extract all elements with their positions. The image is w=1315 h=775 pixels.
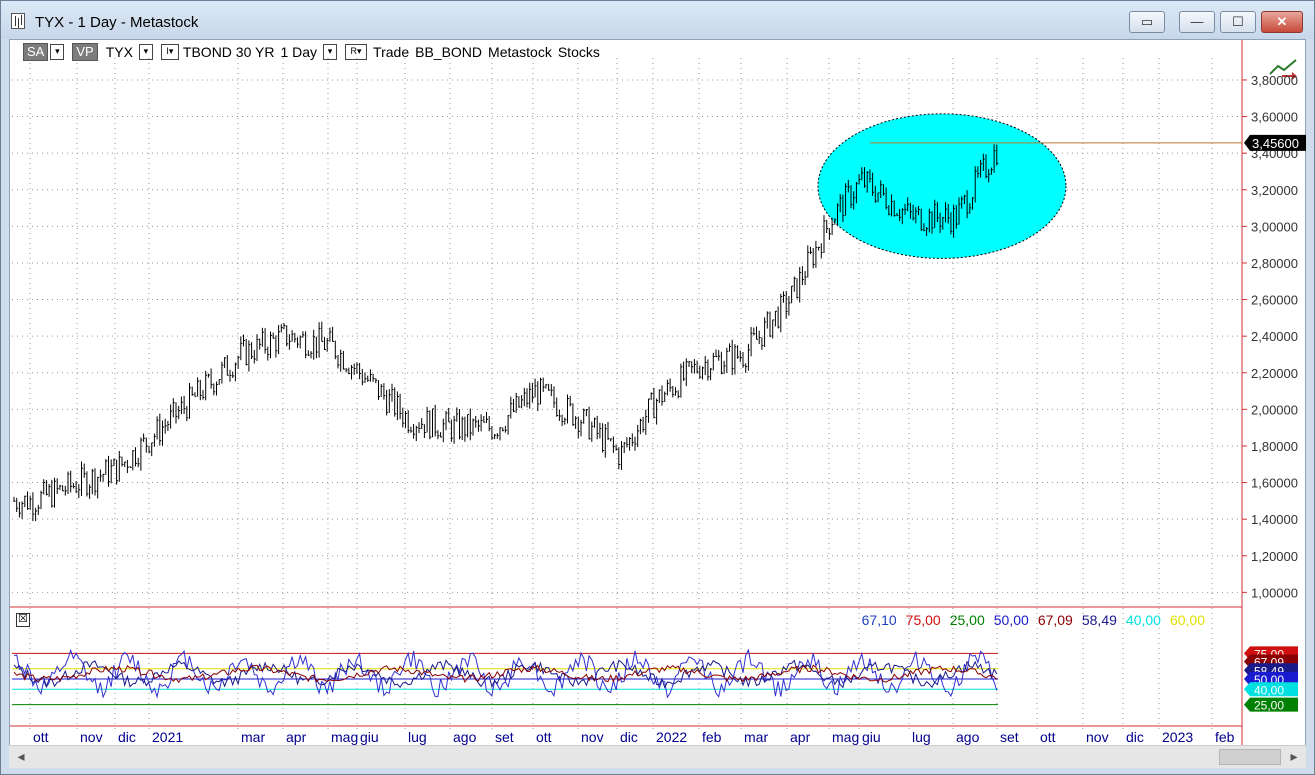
scroll-left-icon[interactable]: ◂ bbox=[13, 748, 29, 764]
month-tick-label: feb bbox=[1215, 729, 1235, 745]
price-tick-label: 1,40000 bbox=[1251, 512, 1298, 527]
chart-app-icon bbox=[11, 13, 25, 29]
minimize-button[interactable]: — bbox=[1179, 11, 1215, 33]
app-window: TYX - 1 Day - Metastock ▭ — ☐ ✕ SA ▾ VP … bbox=[0, 0, 1315, 775]
legend-value: 67,09 bbox=[1037, 612, 1073, 628]
window-title: TYX - 1 Day - Metastock bbox=[35, 14, 199, 31]
price-tick-label: 2,60000 bbox=[1251, 293, 1298, 308]
close-button[interactable]: ✕ bbox=[1261, 11, 1303, 33]
month-tick-label: set bbox=[1000, 729, 1019, 745]
last-price-label: 3,45600 bbox=[1252, 136, 1299, 151]
indicator-legend: 67,10 75,00 25,00 50,00 67,09 58,49 40,00 60,00 bbox=[862, 612, 1205, 628]
indicator-close-icon[interactable]: ☒ bbox=[16, 613, 30, 627]
month-tick-label: dic bbox=[1126, 729, 1144, 745]
legend-value: 67,10 bbox=[861, 612, 897, 628]
month-tick-label: 2023 bbox=[1162, 729, 1193, 745]
month-tick-label: nov bbox=[80, 729, 103, 745]
month-tick-label: 2022 bbox=[656, 729, 687, 745]
price-tick-label: 1,00000 bbox=[1251, 585, 1298, 600]
price-tick-label: 1,20000 bbox=[1251, 549, 1298, 564]
month-tick-label: mar bbox=[241, 729, 265, 745]
price-tick-label: 2,80000 bbox=[1251, 256, 1298, 271]
legend-value: 58,49 bbox=[1081, 612, 1117, 628]
month-tick-label: giu bbox=[360, 729, 379, 745]
month-tick-label: ott bbox=[1040, 729, 1056, 745]
legend-value: 75,00 bbox=[905, 612, 941, 628]
month-tick-label: ago bbox=[956, 729, 980, 745]
price-tick-label: 2,20000 bbox=[1251, 366, 1298, 381]
legend-value: 60,00 bbox=[1169, 612, 1205, 628]
month-tick-label: ago bbox=[453, 729, 477, 745]
highlight-ellipse bbox=[817, 113, 1067, 259]
legend-value: 40,00 bbox=[1125, 612, 1161, 628]
chart-area[interactable]: SA ▾ VP TYX ▾ I▾ TBOND 30 YR 1 Day ▾ R▾ … bbox=[9, 39, 1306, 747]
indicator-level-tag-label: 25,00 bbox=[1254, 699, 1284, 713]
price-tick-label: 2,00000 bbox=[1251, 402, 1298, 417]
scroll-thumb[interactable] bbox=[1219, 749, 1281, 765]
month-tick-label: apr bbox=[790, 729, 811, 745]
month-tick-label: dic bbox=[620, 729, 638, 745]
scroll-right-icon[interactable]: ▸ bbox=[1286, 748, 1302, 764]
month-tick-label: apr bbox=[286, 729, 307, 745]
legend-value: 50,00 bbox=[993, 612, 1029, 628]
month-tick-label: nov bbox=[581, 729, 604, 745]
price-tick-label: 1,80000 bbox=[1251, 439, 1298, 454]
indicator-level-tag-label: 40,00 bbox=[1254, 683, 1284, 697]
month-tick-label: set bbox=[495, 729, 514, 745]
month-tick-label: dic bbox=[118, 729, 136, 745]
month-tick-label: ott bbox=[33, 729, 49, 745]
price-tick-label: 3,80000 bbox=[1251, 73, 1298, 88]
price-tick-label: 3,60000 bbox=[1251, 110, 1298, 125]
price-chart[interactable]: 3,800003,600003,400003,200003,000002,800… bbox=[10, 40, 1307, 746]
month-tick-label: lug bbox=[408, 729, 427, 745]
title-bar[interactable]: TYX - 1 Day - Metastock ▭ — ☐ ✕ bbox=[1, 1, 1314, 39]
price-tick-label: 2,40000 bbox=[1251, 329, 1298, 344]
month-tick-label: mag bbox=[832, 729, 859, 745]
price-tick-label: 3,20000 bbox=[1251, 183, 1298, 198]
month-tick-label: mar bbox=[744, 729, 768, 745]
month-tick-label: lug bbox=[912, 729, 931, 745]
month-tick-label: giu bbox=[862, 729, 881, 745]
legend-value: 25,00 bbox=[949, 612, 985, 628]
maximize-button[interactable]: ☐ bbox=[1220, 11, 1256, 33]
restore-edit-button[interactable]: ▭ bbox=[1129, 11, 1165, 33]
month-tick-label: mag bbox=[331, 729, 358, 745]
month-tick-label: nov bbox=[1086, 729, 1109, 745]
price-tick-label: 1,60000 bbox=[1251, 476, 1298, 491]
price-tick-label: 3,00000 bbox=[1251, 219, 1298, 234]
month-tick-label: feb bbox=[702, 729, 722, 745]
indicator-series-slow bbox=[13, 659, 998, 689]
month-tick-label: ott bbox=[536, 729, 552, 745]
horizontal-scrollbar[interactable]: ◂ ▸ bbox=[9, 745, 1306, 768]
month-tick-label: 2021 bbox=[152, 729, 183, 745]
